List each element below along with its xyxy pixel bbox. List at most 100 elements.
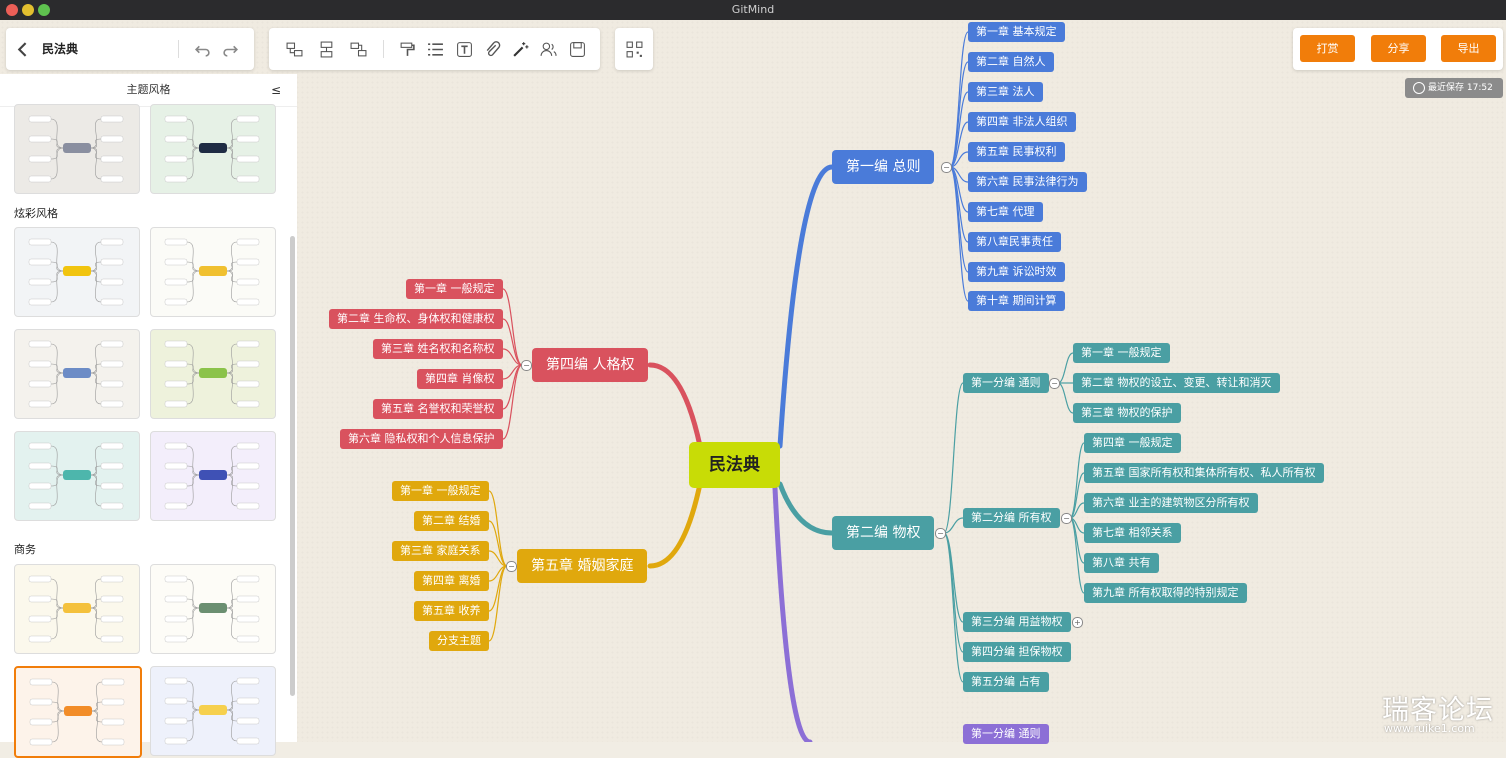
chapter-node[interactable]: 第二章 自然人: [968, 52, 1054, 72]
qrcode-button[interactable]: [623, 28, 645, 70]
chapter-node[interactable]: 第九章 所有权取得的特别规定: [1084, 583, 1247, 603]
section-colorful-label: 炫彩风格: [14, 207, 58, 220]
chapter-node[interactable]: 第七章 相邻关系: [1084, 523, 1181, 543]
branch-node[interactable]: 第五章 婚姻家庭: [517, 549, 648, 583]
theme-thumbnail[interactable]: [150, 666, 276, 756]
theme-thumbnail[interactable]: [14, 329, 140, 419]
add-sibling-node-button[interactable]: [315, 28, 337, 70]
chapter-node[interactable]: 第八章 共有: [1084, 553, 1159, 573]
chapter-node[interactable]: 第二章 物权的设立、变更、转让和消灭: [1073, 373, 1280, 393]
insert-text-button[interactable]: [453, 28, 475, 70]
list-icon: [427, 42, 443, 56]
chapter-node[interactable]: 第五章 名誉权和荣誉权: [373, 399, 503, 419]
panel-title-text: 主题风格: [126, 83, 171, 96]
sub-part-node[interactable]: 第五分编 占有: [963, 672, 1049, 692]
branch-node[interactable]: 第四编 人格权: [532, 348, 649, 382]
collapse-panel-icon[interactable]: ≤: [271, 74, 281, 106]
collapse-toggle[interactable]: −: [935, 528, 946, 539]
sub-part-node[interactable]: 第三分编 用益物权: [963, 612, 1071, 632]
format-painter-button[interactable]: [396, 28, 418, 70]
undo-icon: [194, 45, 210, 57]
chapter-node[interactable]: 第五章 国家所有权和集体所有权、私人所有权: [1084, 463, 1324, 483]
chapter-node[interactable]: 第六章 业主的建筑物区分所有权: [1084, 493, 1258, 513]
save-status-text: 最近保存 17:52: [1428, 83, 1493, 93]
chapter-node[interactable]: 第一章 一般规定: [406, 279, 503, 299]
chapter-node[interactable]: 第一章 一般规定: [392, 481, 489, 501]
list-button[interactable]: [424, 28, 446, 70]
add-parent-node-button[interactable]: [347, 28, 369, 70]
export-button[interactable]: 导出: [1441, 35, 1496, 62]
magic-wand-button[interactable]: [509, 28, 531, 70]
back-button[interactable]: [12, 28, 34, 70]
theme-thumbnail[interactable]: [150, 329, 276, 419]
document-title[interactable]: 民法典: [42, 28, 78, 70]
sub-part-node[interactable]: 第四分编 担保物权: [963, 642, 1071, 662]
sub-part-node[interactable]: 第一分编 通则: [963, 373, 1049, 393]
connector-line: [502, 364, 523, 440]
save-status-badge: 最近保存 17:52: [1405, 78, 1503, 98]
connector-line: [943, 532, 964, 653]
zoom-window-button[interactable]: [38, 4, 50, 16]
sub-part-node[interactable]: 第一分编 通则: [963, 724, 1049, 744]
collapse-toggle[interactable]: −: [1049, 378, 1060, 389]
theme-thumbnail[interactable]: [14, 666, 142, 758]
chapter-node[interactable]: 第四章 一般规定: [1084, 433, 1181, 453]
collapse-toggle[interactable]: +: [1072, 617, 1083, 628]
collapse-toggle[interactable]: −: [1061, 513, 1072, 524]
chapter-node[interactable]: 第九章 诉讼时效: [968, 262, 1065, 282]
chapter-node[interactable]: 第一章 基本规定: [968, 22, 1065, 42]
chapter-node[interactable]: 第二章 结婚: [414, 511, 489, 531]
title-toolbar: 民法典: [6, 28, 254, 70]
collaborate-button[interactable]: [537, 28, 559, 70]
theme-thumbnail[interactable]: [150, 227, 276, 317]
chapter-node[interactable]: 第四章 非法人组织: [968, 112, 1076, 132]
collapse-toggle[interactable]: −: [941, 162, 952, 173]
add-child-node-button[interactable]: [283, 28, 305, 70]
undo-button[interactable]: [191, 28, 213, 70]
redo-button[interactable]: [219, 28, 241, 70]
chapter-node[interactable]: 第四章 离婚: [414, 571, 489, 591]
theme-thumbnail[interactable]: [150, 564, 276, 654]
chapter-node[interactable]: 第五章 民事权利: [968, 142, 1065, 162]
minimize-window-button[interactable]: [22, 4, 34, 16]
sidebar-scrollbar[interactable]: [290, 236, 295, 696]
format-painter-icon: [400, 42, 415, 56]
action-toolbar: 打赏 分享 导出: [1293, 28, 1503, 70]
theme-thumbnail[interactable]: [150, 431, 276, 521]
attachment-button[interactable]: [481, 28, 503, 70]
theme-thumbnail[interactable]: [14, 104, 140, 194]
chapter-node[interactable]: 第三章 家庭关系: [392, 541, 489, 561]
collapse-toggle[interactable]: −: [521, 360, 532, 371]
connector-line: [949, 61, 969, 168]
qrcode-icon: [626, 41, 642, 57]
magic-wand-icon: [512, 41, 528, 57]
chapter-node[interactable]: 第一章 一般规定: [1073, 343, 1170, 363]
sub-part-node[interactable]: 第二分编 所有权: [963, 508, 1060, 528]
chapter-node[interactable]: 第六章 隐私权和个人信息保护: [340, 429, 503, 449]
chapter-node[interactable]: 第三章 物权的保护: [1073, 403, 1181, 423]
watermark-url: www.ruike1.com: [1384, 722, 1475, 735]
branch-node[interactable]: 第二编 物权: [832, 516, 935, 550]
theme-thumbnail[interactable]: [14, 564, 140, 654]
theme-thumbnail[interactable]: [14, 431, 140, 521]
theme-thumbnail[interactable]: [150, 104, 276, 194]
chapter-node[interactable]: 第八章民事责任: [968, 232, 1061, 252]
chapter-node[interactable]: 第十章 期间计算: [968, 291, 1065, 311]
chapter-node[interactable]: 第四章 肖像权: [417, 369, 503, 389]
save-button[interactable]: [566, 28, 588, 70]
share-button[interactable]: 分享: [1371, 35, 1426, 62]
branch-node[interactable]: 第一编 总则: [832, 150, 935, 184]
chapter-node[interactable]: 第三章 姓名权和名称权: [373, 339, 503, 359]
reward-button[interactable]: 打赏: [1300, 35, 1355, 62]
chapter-node[interactable]: 第六章 民事法律行为: [968, 172, 1087, 192]
chapter-node[interactable]: 第二章 生命权、身体权和健康权: [329, 309, 503, 329]
divider: [383, 40, 384, 58]
chapter-node[interactable]: 第七章 代理: [968, 202, 1043, 222]
theme-thumbnail[interactable]: [14, 227, 140, 317]
chapter-node[interactable]: 第三章 法人: [968, 82, 1043, 102]
chapter-node[interactable]: 第五章 收养: [414, 601, 489, 621]
chapter-node[interactable]: 分支主题: [429, 631, 489, 651]
close-window-button[interactable]: [6, 4, 18, 16]
root-node[interactable]: 民法典: [689, 442, 780, 488]
collapse-toggle[interactable]: −: [506, 561, 517, 572]
